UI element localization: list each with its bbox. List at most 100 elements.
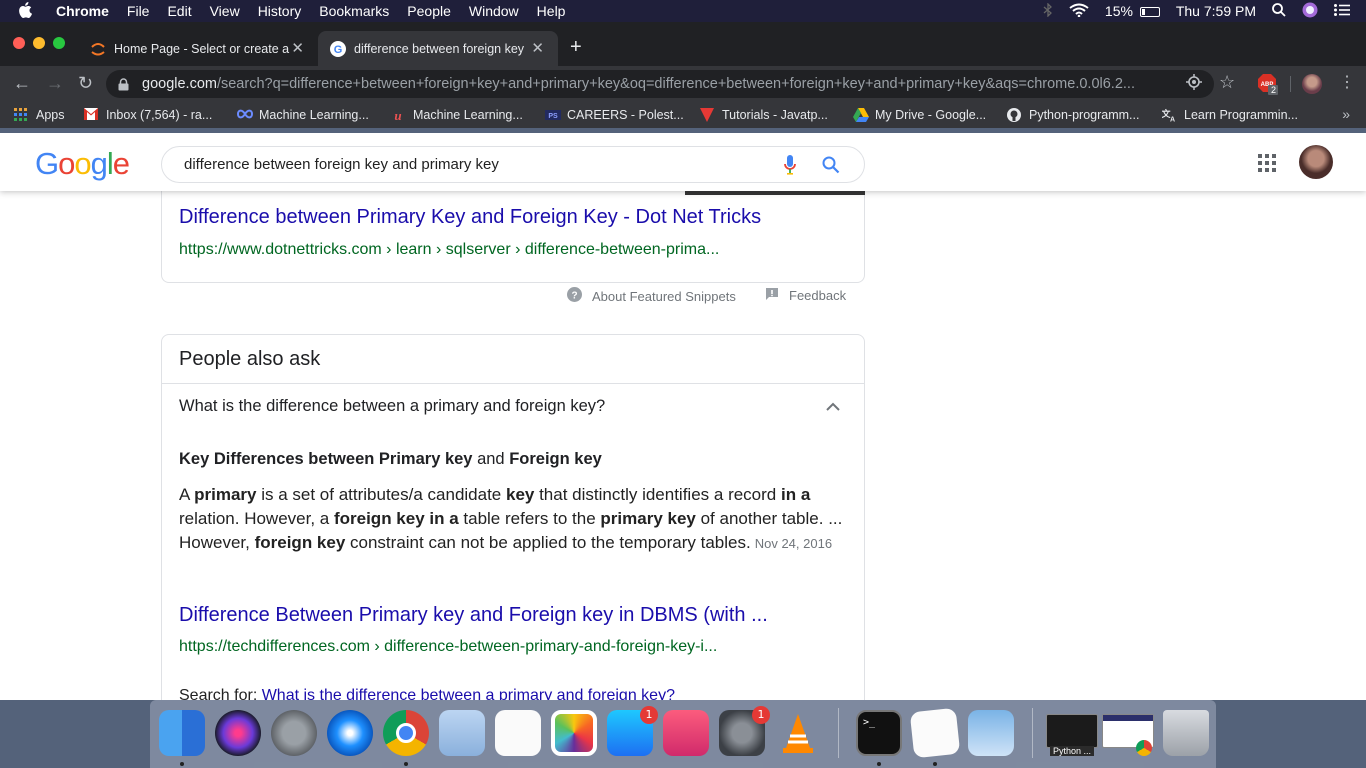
search-box[interactable]: difference between foreign key and prima…	[161, 146, 865, 183]
battery-status[interactable]: 15%	[1105, 3, 1160, 19]
feedback-link[interactable]: Feedback	[765, 287, 846, 304]
photos-icon[interactable]	[551, 710, 597, 756]
tab-google-search[interactable]: G difference between foreign key ✕	[318, 31, 558, 66]
mail-eagle-icon[interactable]	[439, 710, 485, 756]
web-page-content: Google difference between foreign key an…	[0, 133, 1366, 700]
tab-title: Home Page - Select or create a	[114, 41, 290, 56]
svg-text:?: ?	[571, 291, 577, 302]
bookmark-star-icon[interactable]: ☆	[1219, 72, 1235, 93]
bookmark-careers[interactable]: PS CAREERS - Polest...	[545, 108, 684, 122]
menu-people[interactable]: People	[407, 3, 451, 19]
back-button[interactable]: ←	[13, 73, 31, 94]
paa-question[interactable]: What is the difference between a primary…	[179, 397, 605, 416]
reminders-icon[interactable]	[495, 710, 541, 756]
launchpad-rocket-icon[interactable]	[271, 710, 317, 756]
answer-heading-run: Foreign key	[509, 450, 602, 468]
forward-button[interactable]: →	[46, 73, 64, 94]
search-icon[interactable]	[822, 156, 840, 178]
spotlight-search-icon[interactable]	[1272, 2, 1286, 20]
answer-text-run: foreign key in a	[333, 509, 459, 528]
search-for-link[interactable]: What is the difference between a primary…	[262, 687, 675, 700]
tab-title: difference between foreign key	[354, 41, 525, 56]
help-circle-icon: ?	[567, 287, 582, 305]
divider	[162, 383, 864, 384]
clock[interactable]: Thu 7:59 PM	[1176, 3, 1256, 19]
google-logo[interactable]: Google	[35, 146, 130, 182]
bookmark-my-drive[interactable]: My Drive - Google...	[853, 108, 986, 122]
google-favicon-icon: G	[330, 40, 346, 57]
safari-compass-icon[interactable]	[327, 710, 373, 756]
answer-text-run: in a	[780, 485, 811, 504]
menu-edit[interactable]: Edit	[167, 3, 191, 19]
textedit-icon[interactable]	[909, 707, 961, 759]
vlc-cone-icon[interactable]	[775, 710, 821, 756]
bookmark-machine-learning-1[interactable]: Machine Learning...	[236, 108, 369, 122]
menu-help[interactable]: Help	[537, 3, 566, 19]
location-target-icon[interactable]	[1186, 74, 1202, 95]
answer-heading-run: and	[472, 450, 510, 468]
menu-bookmarks[interactable]: Bookmarks	[319, 3, 389, 19]
menu-app-name[interactable]: Chrome	[56, 3, 109, 19]
jupyter-favicon-icon	[90, 41, 106, 57]
window-minimize-button[interactable]	[33, 37, 45, 49]
menu-window[interactable]: Window	[469, 3, 519, 19]
battery-percent: 15%	[1104, 3, 1133, 19]
menu-file[interactable]: File	[127, 3, 150, 19]
adblock-extension-icon[interactable]: ABP	[1258, 74, 1282, 101]
terminal-window-thumbnail[interactable]	[1046, 714, 1098, 748]
bookmark-learn-programming[interactable]: 文A Learn Programmin...	[1160, 108, 1297, 124]
answer-text-run: constraint can not be applied to the tem…	[345, 533, 751, 552]
bluetooth-icon[interactable]	[1043, 1, 1053, 20]
siri-icon[interactable]	[1302, 2, 1318, 21]
search-input[interactable]: difference between foreign key and prima…	[184, 156, 499, 173]
chrome-menu-icon[interactable]: ⋮	[1339, 72, 1355, 92]
bookmark-python-programming[interactable]: Python-programm...	[1007, 108, 1139, 122]
minimized-window-caption: Python ...	[1050, 746, 1095, 756]
answer-text-run: A	[179, 485, 195, 504]
snippet-result-url[interactable]: https://www.dotnettricks.com › learn › s…	[179, 241, 719, 259]
lock-icon[interactable]	[118, 77, 129, 91]
tab-home-page[interactable]: Home Page - Select or create a ✕	[78, 31, 318, 66]
wifi-icon[interactable]	[1069, 3, 1089, 20]
bookmark-gmail-inbox[interactable]: Inbox (7,564) - ra...	[84, 108, 212, 122]
window-zoom-button[interactable]	[53, 37, 65, 49]
macos-menu-bar: Chrome File Edit View History Bookmarks …	[0, 0, 1366, 22]
bookmark-machine-learning-2[interactable]: u Machine Learning...	[391, 108, 522, 123]
trash-icon[interactable]	[1163, 710, 1209, 756]
new-tab-button[interactable]: +	[570, 36, 582, 59]
snippet-result-title-link[interactable]: Difference between Primary Key and Forei…	[179, 206, 761, 229]
apple-menu-icon[interactable]	[18, 1, 40, 21]
bookmark-apps[interactable]: Apps	[14, 108, 65, 122]
google-apps-grid-icon[interactable]	[1258, 154, 1276, 172]
reload-button[interactable]: ↻	[78, 73, 93, 94]
finder-icon[interactable]	[159, 710, 205, 756]
menu-history[interactable]: History	[258, 3, 302, 19]
bookmarks-bar: Apps Inbox (7,564) - ra... Machine Learn…	[0, 102, 1366, 128]
bookmarks-overflow-icon[interactable]: »	[1342, 106, 1350, 122]
dock-separator	[1032, 708, 1033, 758]
terminal-icon[interactable]: >_	[856, 710, 902, 756]
tab-close-icon[interactable]: ✕	[291, 39, 304, 57]
account-avatar[interactable]	[1299, 145, 1333, 179]
github-icon	[1007, 108, 1021, 122]
chevron-up-icon[interactable]	[826, 399, 840, 417]
menu-view[interactable]: View	[210, 3, 240, 19]
preview-icon[interactable]	[968, 710, 1014, 756]
tab-close-icon[interactable]: ✕	[531, 39, 544, 57]
siri-icon[interactable]	[215, 710, 261, 756]
textedit-running-dot	[933, 762, 937, 766]
google-header: Google difference between foreign key an…	[0, 133, 1366, 191]
bookmark-tutorials-javatpoint[interactable]: Tutorials - Javatp...	[700, 108, 828, 122]
window-close-button[interactable]	[13, 37, 25, 49]
voice-search-mic-icon[interactable]	[784, 155, 796, 179]
address-bar[interactable]: google.com/search?q=difference+between+f…	[106, 70, 1214, 98]
profile-avatar[interactable]	[1302, 74, 1322, 94]
paa-result-title-link[interactable]: Difference Between Primary key and Forei…	[179, 604, 768, 627]
chrome-icon[interactable]	[383, 710, 429, 756]
itunes-music-icon[interactable]	[663, 710, 709, 756]
about-featured-snippets-link[interactable]: ? About Featured Snippets	[567, 287, 736, 305]
paa-result-url[interactable]: https://techdifferences.com › difference…	[179, 638, 717, 656]
notification-center-icon[interactable]	[1334, 3, 1350, 19]
address-url: google.com/search?q=difference+between+f…	[142, 76, 1135, 92]
toolbar-divider	[1290, 76, 1291, 92]
